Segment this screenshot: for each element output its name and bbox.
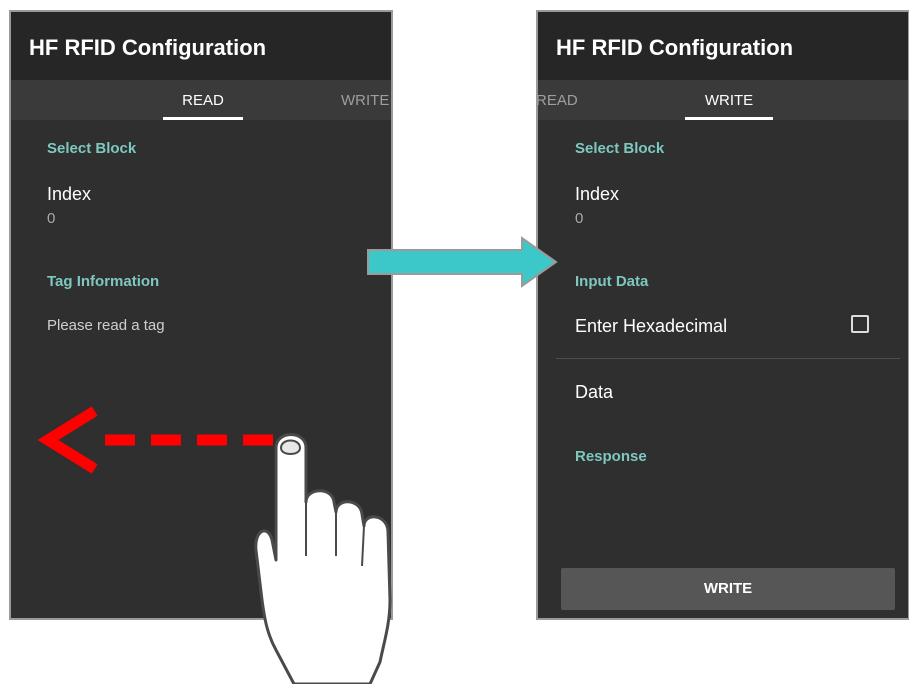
swipe-left-arrow-icon [37, 406, 275, 474]
hand-pointer-icon [254, 433, 392, 684]
annotation-overlay [37, 236, 558, 684]
transition-arrow-icon [367, 236, 558, 288]
